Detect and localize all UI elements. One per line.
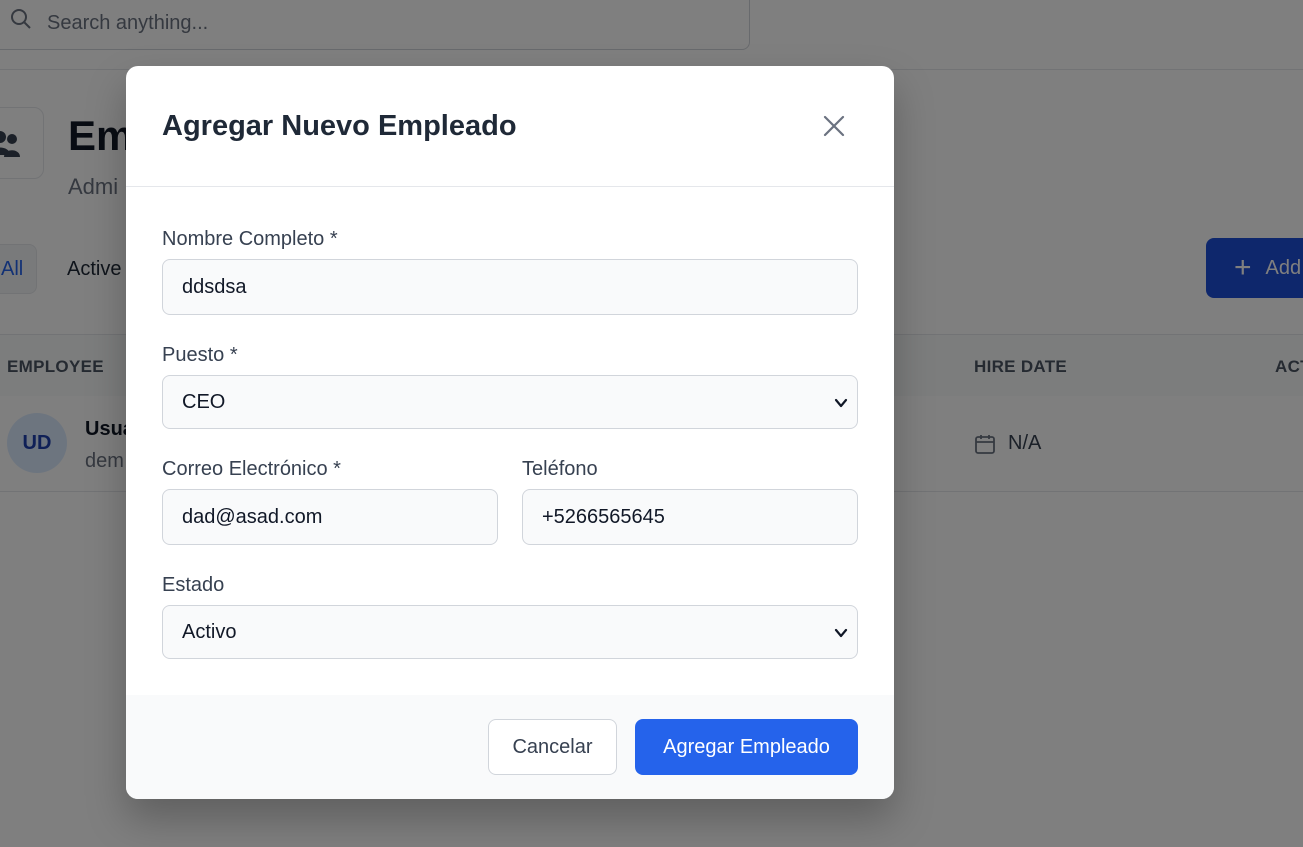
modal-footer: Cancelar Agregar Empleado — [126, 695, 894, 799]
full-name-input[interactable]: ddsdsa — [162, 259, 858, 315]
phone-label: Teléfono — [522, 458, 598, 480]
status-label: Estado — [162, 574, 225, 596]
chevron-down-icon — [834, 398, 848, 408]
phone-field[interactable]: +5266565645 — [522, 489, 858, 545]
close-icon — [823, 115, 845, 137]
close-button[interactable] — [818, 110, 850, 142]
submit-employee-button[interactable]: Agregar Empleado — [635, 719, 858, 775]
modal-header: Agregar Nuevo Empleado — [126, 66, 894, 187]
full-name-label: Nombre Completo * — [162, 228, 338, 250]
status-selected-value: Activo — [182, 621, 237, 643]
status-select[interactable]: Activo — [162, 605, 858, 659]
email-field[interactable]: dad@asad.com — [162, 489, 498, 545]
position-select[interactable]: CEO — [162, 375, 858, 429]
modal-title: Agregar Nuevo Empleado — [162, 110, 517, 142]
position-selected-value: CEO — [182, 391, 226, 413]
add-employee-modal: Agregar Nuevo Empleado Nombre Completo *… — [126, 66, 894, 799]
chevron-down-icon — [834, 628, 848, 638]
position-label: Puesto * — [162, 344, 238, 366]
app-window: Search anything... Em Admi All Active + … — [0, 0, 1303, 847]
email-label: Correo Electrónico * — [162, 458, 341, 480]
cancel-button[interactable]: Cancelar — [488, 719, 617, 775]
